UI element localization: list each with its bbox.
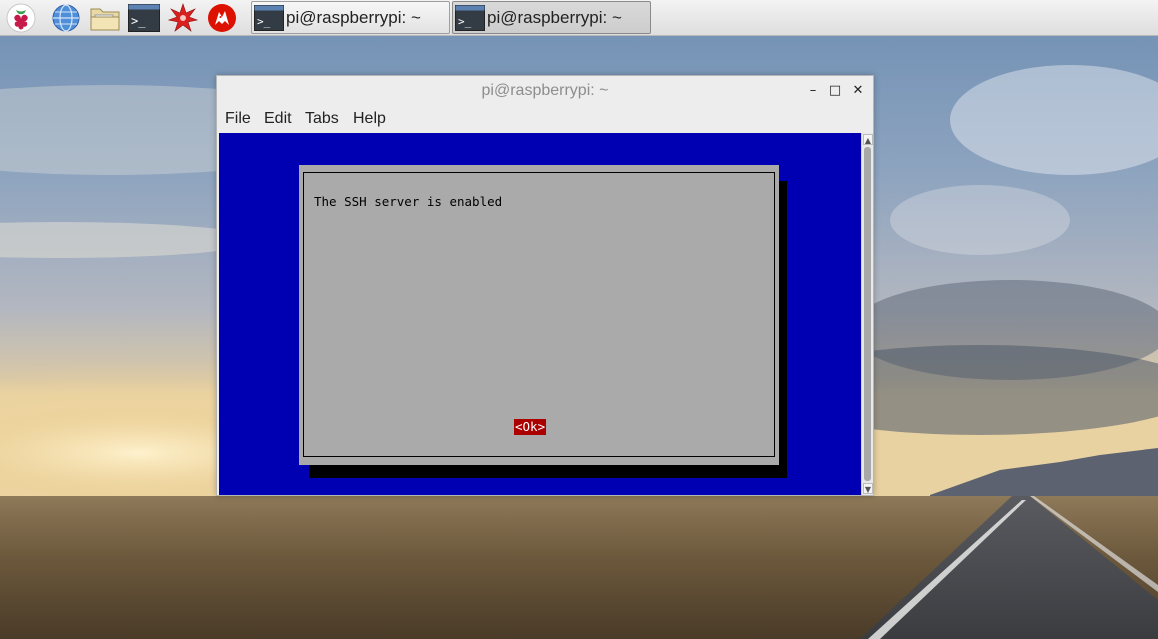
menu-bar: File Edit Tabs Help [217, 106, 873, 133]
terminal-icon: >_ [254, 4, 284, 31]
scroll-up-arrow[interactable]: ▲ [863, 134, 873, 145]
minimize-button[interactable]: – [804, 82, 822, 100]
web-browser-icon[interactable] [50, 2, 82, 34]
raspberry-menu-icon[interactable] [5, 2, 37, 34]
close-button[interactable]: ✕ [849, 82, 867, 100]
terminal-icon[interactable]: >_ [128, 2, 160, 34]
ok-button[interactable]: <Ok> [514, 419, 547, 435]
taskbar: >_ >_ pi@raspberrypi: ~ >_ pi@raspberryp… [0, 0, 1158, 36]
message-dialog: The SSH server is enabled <Ok> [299, 165, 779, 465]
maximize-button[interactable]: □ [826, 82, 844, 100]
taskbar-window-button-1[interactable]: >_ pi@raspberrypi: ~ [251, 1, 450, 34]
taskbar-window-label: pi@raspberrypi: ~ [487, 7, 622, 27]
file-manager-icon[interactable] [89, 2, 121, 34]
mathematica-icon[interactable] [167, 2, 199, 34]
terminal-scrollbar[interactable]: ▲ ▼ [861, 133, 873, 495]
svg-text:>_: >_ [131, 14, 146, 28]
svg-text:>_: >_ [458, 15, 472, 28]
menu-help[interactable]: Help [353, 110, 386, 128]
menu-tabs[interactable]: Tabs [305, 110, 339, 128]
dialog-frame [303, 172, 775, 457]
terminal-window: pi@raspberrypi: ~ – □ ✕ File Edit Tabs H… [216, 75, 874, 496]
terminal-icon: >_ [455, 4, 485, 31]
dialog-message: The SSH server is enabled [314, 194, 503, 209]
wolfram-icon[interactable] [206, 2, 238, 34]
scrollbar-thumb[interactable] [864, 147, 871, 481]
menu-file[interactable]: File [225, 110, 251, 128]
title-bar[interactable]: pi@raspberrypi: ~ – □ ✕ [217, 76, 873, 106]
scroll-down-arrow[interactable]: ▼ [863, 483, 873, 494]
window-title: pi@raspberrypi: ~ [481, 82, 609, 99]
terminal-area[interactable]: The SSH server is enabled <Ok> [219, 133, 861, 495]
menu-edit[interactable]: Edit [264, 110, 292, 128]
taskbar-window-label: pi@raspberrypi: ~ [286, 7, 421, 27]
taskbar-window-button-2[interactable]: >_ pi@raspberrypi: ~ [452, 1, 651, 34]
svg-text:>_: >_ [257, 15, 271, 28]
